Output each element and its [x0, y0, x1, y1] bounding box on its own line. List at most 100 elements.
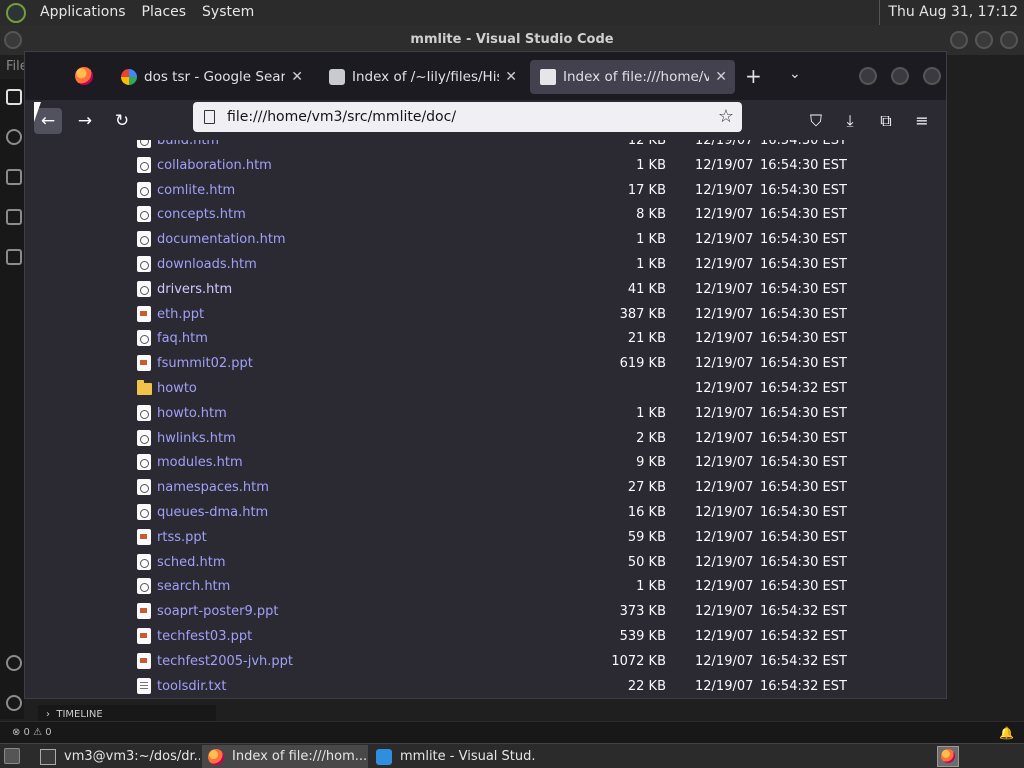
- activity-bar: [0, 79, 24, 719]
- new-tab-button[interactable]: +: [745, 64, 762, 88]
- file-time: 16:54:30 EST: [760, 455, 847, 471]
- tab-close-icon[interactable]: ✕: [505, 69, 517, 85]
- listing-row: techfest2005-jvh.ppt 1072 KB 12/19/07 16:54…: [53, 649, 918, 674]
- settings-gear-icon[interactable]: [6, 695, 22, 711]
- file-date: 12/19/07: [695, 505, 754, 520]
- file-date: 12/19/07: [695, 455, 754, 471]
- ppt-file-icon: [137, 652, 151, 669]
- clock[interactable]: Thu Aug 31, 17:12: [879, 0, 1024, 25]
- file-time: 16:54:30 EST: [760, 182, 847, 198]
- file-size: 8 KB: [636, 207, 666, 223]
- task-terminal[interactable]: vm3@vm3:~/dos/dr...: [34, 745, 200, 768]
- file-date: 12/19/07: [695, 529, 754, 545]
- file-link[interactable]: downloads.htm: [157, 252, 257, 277]
- problems-indicator[interactable]: ⊗ 0 ⚠ 0: [12, 727, 52, 738]
- file-link[interactable]: fsummit02.ppt: [157, 351, 253, 376]
- close-icon[interactable]: [1000, 31, 1018, 49]
- search-icon[interactable]: [6, 129, 22, 145]
- file-link[interactable]: queues-dma.htm: [157, 500, 268, 525]
- pocket-icon[interactable]: ⛉: [803, 108, 829, 134]
- htm-file-icon: [137, 231, 151, 248]
- extensions-icon[interactable]: [6, 249, 22, 265]
- applications-menu[interactable]: Applications: [32, 0, 134, 25]
- file-date: 12/19/07: [695, 653, 754, 669]
- file-link[interactable]: hwlinks.htm: [157, 426, 236, 451]
- ppt-file-icon: [137, 355, 151, 372]
- url-bar[interactable]: file:///home/vm3/src/mmlite/doc/ ☆: [193, 102, 742, 132]
- tab-file-index-active[interactable]: Index of file:///home/vm3/src/mmlite/doc…: [530, 60, 735, 94]
- file-link[interactable]: sched.htm: [157, 550, 226, 575]
- file-link[interactable]: howto.htm: [157, 401, 227, 426]
- listing-row: comlite.htm 17 KB 12/19/07 16:54:30 EST: [53, 178, 918, 203]
- file-link[interactable]: concepts.htm: [157, 202, 246, 227]
- source-control-icon[interactable]: [6, 169, 22, 185]
- file-date: 12/19/07: [695, 554, 754, 570]
- notifications-bell-icon[interactable]: 🔔: [999, 722, 1014, 744]
- bookmark-star-icon[interactable]: ☆: [718, 102, 734, 132]
- account-icon[interactable]: [6, 655, 22, 671]
- downloads-icon[interactable]: ⤓: [837, 108, 863, 134]
- file-size: 1 KB: [636, 232, 666, 248]
- file-link[interactable]: rtss.ppt: [157, 525, 207, 550]
- file-date: 12/19/07: [695, 331, 754, 347]
- file-link[interactable]: toolsdir.txt: [157, 674, 226, 698]
- file-link[interactable]: documentation.htm: [157, 227, 286, 252]
- show-desktop-icon[interactable]: [4, 748, 20, 764]
- minimize-icon[interactable]: [859, 67, 877, 85]
- distro-logo-icon[interactable]: [6, 2, 26, 23]
- system-menu[interactable]: System: [194, 0, 262, 25]
- ppt-file-icon: [137, 528, 151, 545]
- tab-close-icon[interactable]: ✕: [291, 69, 303, 85]
- file-link[interactable]: build.htm: [157, 140, 219, 153]
- url-text[interactable]: file:///home/vm3/src/mmlite/doc/: [227, 109, 456, 125]
- file-link[interactable]: drivers.htm: [157, 277, 232, 302]
- file-link[interactable]: collaboration.htm: [157, 153, 272, 178]
- list-all-tabs-button[interactable]: ⌄: [789, 66, 801, 82]
- file-size: 1 KB: [636, 405, 666, 421]
- vscode-file-menu[interactable]: File: [0, 55, 28, 79]
- debug-icon[interactable]: [6, 209, 22, 225]
- tab-histmm-index[interactable]: Index of /~lily/files/HistMM ✕: [319, 60, 525, 94]
- forward-button[interactable]: →: [71, 108, 99, 134]
- firefox-view-icon[interactable]: [75, 67, 93, 85]
- file-link[interactable]: eth.ppt: [157, 302, 204, 327]
- vscode-window-title: mmlite - Visual Studio Code: [410, 32, 614, 47]
- file-date: 12/19/07: [695, 381, 754, 396]
- file-link[interactable]: techfest03.ppt: [157, 624, 252, 649]
- hamburger-menu-icon[interactable]: ≡: [909, 108, 935, 134]
- close-icon[interactable]: [923, 67, 941, 85]
- file-date: 12/19/07: [695, 678, 754, 694]
- htm-file-icon: [137, 553, 151, 570]
- tab-google-search[interactable]: dos tsr - Google Search ✕: [111, 60, 311, 94]
- htm-file-icon: [137, 330, 151, 347]
- listing-row: howto.htm 1 KB 12/19/07 16:54:30 EST: [53, 401, 918, 426]
- file-link[interactable]: howto: [157, 376, 197, 401]
- file-date: 12/19/07: [695, 232, 754, 248]
- file-link[interactable]: modules.htm: [157, 450, 243, 475]
- htm-file-icon: [137, 256, 151, 272]
- tray-firefox-icon[interactable]: [937, 746, 959, 767]
- maximize-icon[interactable]: [891, 67, 909, 85]
- maximize-icon[interactable]: [975, 31, 993, 49]
- tab-close-icon[interactable]: ✕: [715, 69, 727, 85]
- file-link[interactable]: comlite.htm: [157, 178, 235, 203]
- extensions-icon[interactable]: ⧉: [873, 108, 899, 134]
- file-size: 539 KB: [619, 629, 666, 644]
- file-link[interactable]: techfest2005-jvh.ppt: [157, 649, 293, 674]
- reload-button[interactable]: ↻: [108, 108, 136, 134]
- file-link[interactable]: faq.htm: [157, 326, 208, 351]
- file-link[interactable]: namespaces.htm: [157, 475, 269, 500]
- places-menu[interactable]: Places: [134, 0, 195, 25]
- file-link[interactable]: search.htm: [157, 574, 230, 599]
- file-time: 16:54:30 EST: [760, 554, 847, 570]
- file-link[interactable]: soaprt-poster9.ppt: [157, 599, 279, 624]
- explorer-icon[interactable]: [6, 89, 22, 105]
- window-menu-icon[interactable]: [4, 31, 22, 49]
- file-time: 16:54:30 EST: [760, 257, 847, 272]
- minimize-icon[interactable]: [950, 31, 968, 49]
- file-size: 373 KB: [619, 604, 666, 620]
- file-size: 27 KB: [627, 480, 666, 496]
- task-vscode[interactable]: mmlite - Visual Stud...: [370, 745, 536, 768]
- page-icon: [540, 69, 556, 85]
- task-firefox[interactable]: Index of file:///hom...: [202, 745, 368, 768]
